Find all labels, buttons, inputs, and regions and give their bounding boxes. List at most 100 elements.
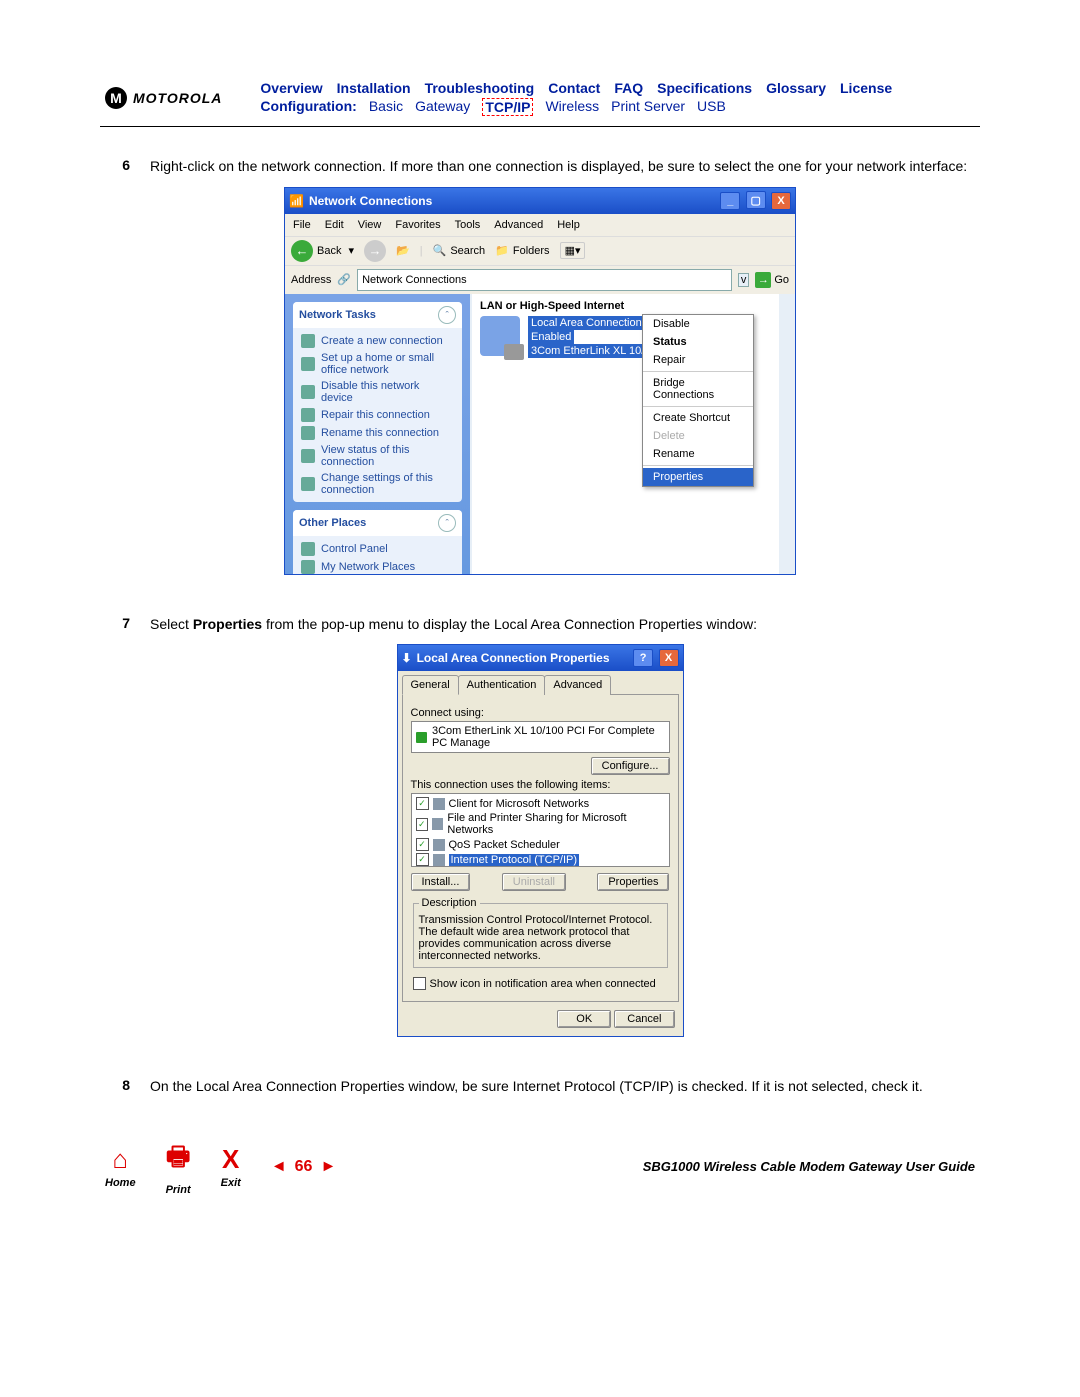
checkbox[interactable]: ✓ [416,818,428,831]
nav-link[interactable]: Troubleshooting [425,80,535,96]
maximize-button[interactable]: ▢ [746,191,766,209]
prev-page-button[interactable]: ◄ [271,1158,287,1176]
task-link[interactable]: View status of this connection [301,442,454,470]
description-group: DescriptionTransmission Control Protocol… [413,897,668,968]
menu-item[interactable]: Help [557,219,580,231]
list-item[interactable]: ✓File and Printer Sharing for Microsoft … [414,811,667,837]
search-button[interactable]: 🔍 Search [433,244,486,257]
nav-link[interactable]: Glossary [766,80,826,96]
page-navigation: ◄ 66 ► [271,1158,336,1176]
checkbox[interactable]: ✓ [416,838,429,851]
context-menu-item[interactable]: Repair [643,351,753,369]
scrollbar[interactable] [779,294,795,574]
show-icon-checkbox[interactable]: Show icon in notification area when conn… [411,976,670,991]
nav-sublink[interactable]: Gateway [415,98,470,116]
tab[interactable]: Advanced [544,675,611,695]
menu-bar: File Edit View Favorites Tools Advanced Help [285,214,795,236]
menu-item[interactable]: Advanced [494,219,543,231]
menu-item[interactable]: File [293,219,311,231]
views-button[interactable]: ▦▾ [560,242,586,259]
nav-link[interactable]: FAQ [614,80,643,96]
help-button[interactable]: ? [633,649,653,667]
nav-sublink[interactable]: Basic [369,98,403,116]
task-link[interactable]: Change settings of this connection [301,470,454,498]
task-link[interactable]: Set up a home or small office network [301,350,454,378]
close-button[interactable]: X [771,192,791,210]
minimize-button[interactable]: _ [720,192,740,210]
up-button[interactable]: 📂 [396,244,410,257]
configure-button[interactable]: Configure... [591,757,670,775]
task-link[interactable]: Repair this connection [301,406,454,424]
nav-primary: Overview Installation Troubleshooting Conta… [260,80,892,96]
address-input[interactable] [357,269,732,291]
context-menu-item[interactable]: Rename [643,445,753,463]
panel-header[interactable]: Network Tasksˆ [293,302,462,328]
exit-button[interactable]: XExit [221,1144,241,1189]
close-button[interactable]: X [659,649,679,667]
task-link[interactable]: Create a new connection [301,332,454,350]
task-icon [301,542,315,556]
step-number: 7 [110,615,130,635]
context-menu-item[interactable]: Disable [643,315,753,333]
menu-item[interactable]: View [358,219,382,231]
chevron-up-icon[interactable]: ˆ [438,306,456,324]
cancel-button[interactable]: Cancel [614,1010,674,1028]
component-icon [432,818,443,830]
print-button[interactable]: 🖶Print [166,1138,191,1196]
context-menu-item[interactable]: Status [643,333,753,351]
forward-button[interactable]: → [364,240,386,262]
menu-item[interactable]: Edit [325,219,344,231]
context-menu-item[interactable]: Bridge Connections [643,374,753,404]
next-page-button[interactable]: ► [320,1158,336,1176]
nav-link[interactable]: Installation [337,80,411,96]
install-button[interactable]: Install... [411,873,471,891]
nav-link[interactable]: Overview [260,80,322,96]
tab[interactable]: General [402,675,459,695]
nic-field[interactable]: 3Com EtherLink XL 10/100 PCI For Complet… [411,721,670,753]
page-footer: ⌂Home 🖶Print XExit ◄ 66 ► SBG1000 Wirele… [100,1107,980,1196]
nav-sublink[interactable]: USB [697,98,726,116]
task-link[interactable]: Disable this network device [301,378,454,406]
list-item[interactable]: ✓QoS Packet Scheduler [414,837,667,852]
chevron-up-icon[interactable]: ˆ [438,514,456,532]
uninstall-button[interactable]: Uninstall [502,873,566,891]
go-button[interactable]: →Go [755,272,789,288]
list-item[interactable]: ✓Client for Microsoft Networks [414,796,667,811]
task-link[interactable]: Control Panel [301,540,454,558]
nav-link[interactable]: License [840,80,892,96]
window-titlebar[interactable]: 📶 Network Connections _ ▢ X [285,188,795,214]
home-icon: ⌂ [112,1144,128,1175]
tab[interactable]: Authentication [458,675,546,695]
menu-item[interactable]: Tools [455,219,481,231]
address-dropdown[interactable]: v [738,273,750,287]
ok-button[interactable]: OK [557,1010,611,1028]
components-listbox[interactable]: ✓Client for Microsoft Networks✓File and … [411,793,670,867]
context-menu-item[interactable]: Properties [643,468,753,486]
nav-sublink[interactable]: TCP/IP [482,98,533,116]
back-button[interactable]: ←Back ▾ [291,240,354,262]
panel-header[interactable]: Other Placesˆ [293,510,462,536]
checkbox[interactable]: ✓ [416,797,429,810]
header-divider [100,126,980,127]
properties-button[interactable]: Properties [597,873,669,891]
step-text: Right-click on the network connection. I… [150,157,980,177]
home-button[interactable]: ⌂Home [105,1144,136,1189]
nav-link[interactable]: Specifications [657,80,752,96]
step-number: 6 [110,157,130,177]
task-icon [301,357,315,371]
nav-sublink[interactable]: Print Server [611,98,685,116]
context-menu-item[interactable]: Delete [643,427,753,445]
task-link[interactable]: My Network Places [301,558,454,574]
task-link[interactable]: Rename this connection [301,424,454,442]
panel-body: Create a new connectionSet up a home or … [293,328,462,502]
checkbox[interactable]: ✓ [416,853,429,866]
nav-sublink[interactable]: Wireless [545,98,599,116]
folder-icon: 📶 [289,194,304,208]
folders-button[interactable]: 📁 Folders [495,244,549,257]
window-titlebar[interactable]: ⬇ Local Area Connection Properties ? X [398,645,683,671]
list-item[interactable]: ✓Internet Protocol (TCP/IP) [414,852,667,867]
context-menu-item[interactable]: Create Shortcut [643,409,753,427]
nav-link[interactable]: Contact [548,80,600,96]
menu-item[interactable]: Favorites [395,219,440,231]
task-icon [301,385,315,399]
